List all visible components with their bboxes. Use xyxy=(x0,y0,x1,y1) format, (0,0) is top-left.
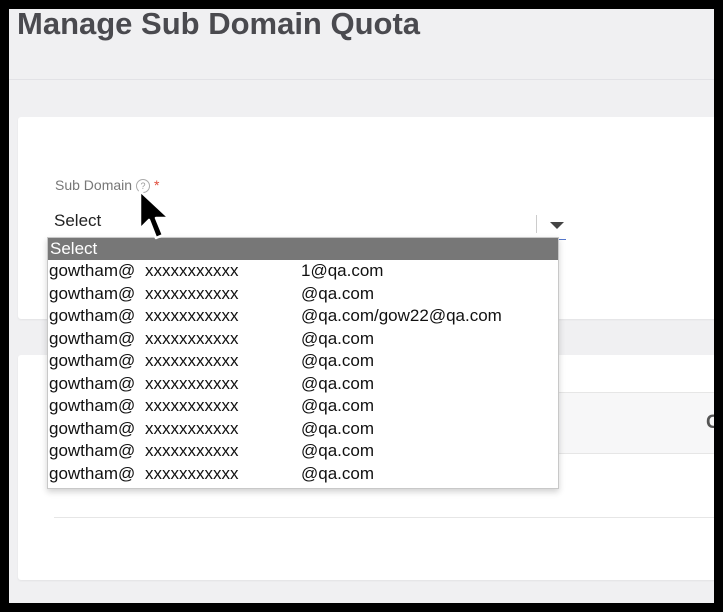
option-domain: @qa.com xyxy=(301,351,375,370)
select-separator xyxy=(536,215,537,233)
dropdown-option[interactable]: gowtham@ xxxxxxxxxxx @qa.com xyxy=(48,373,558,396)
caret-down-icon[interactable] xyxy=(550,222,564,229)
option-masked: xxxxxxxxxxx xyxy=(145,373,239,393)
dropdown-option-label: Select xyxy=(50,239,98,258)
option-masked: xxxxxxxxxxx xyxy=(145,396,239,415)
option-masked: xxxxxxxxxxx xyxy=(145,261,239,280)
option-domain: @qa.com xyxy=(301,441,375,460)
option-masked: xxxxxxxxxxx xyxy=(145,351,239,370)
option-domain: @qa.com xyxy=(301,396,375,415)
dropdown-option[interactable]: gowtham@ xxxxxxxxxxx @qa.com/gow22@qa.com xyxy=(48,305,558,328)
table-column-header: C xyxy=(706,412,714,433)
option-user: gowtham@ xyxy=(49,328,136,348)
option-domain: @qa.com xyxy=(301,283,375,303)
option-user: gowtham@ xyxy=(49,441,136,460)
option-masked: xxxxxxxxxxx xyxy=(145,441,239,460)
sub-domain-label-text: Sub Domain xyxy=(55,177,133,193)
page-header: Manage Sub Domain Quota xyxy=(9,9,714,80)
dropdown-option[interactable]: gowtham@ xxxxxxxxxxx 1@qa.com xyxy=(48,260,558,283)
option-user: gowtham@ xyxy=(49,396,136,415)
sub-domain-select[interactable]: Select xyxy=(54,201,566,240)
option-masked: xxxxxxxxxxx xyxy=(145,418,239,438)
option-domain: @qa.com xyxy=(301,418,375,438)
dropdown-option[interactable]: gowtham@ xxxxxxxxxxx @qa.com xyxy=(48,395,558,418)
sub-domain-select-value: Select xyxy=(54,211,102,230)
dropdown-option-select[interactable]: Select xyxy=(48,238,558,260)
option-domain: @qa.com xyxy=(301,328,375,348)
sub-domain-dropdown-list: Select gowtham@ xxxxxxxxxxx 1@qa.com gowth… xyxy=(47,237,559,489)
option-domain: @qa.com xyxy=(301,373,375,393)
option-user: gowtham@ xyxy=(49,373,136,393)
option-domain: @qa.com/gow22@qa.com xyxy=(301,306,502,325)
option-masked: xxxxxxxxxxx xyxy=(145,283,239,303)
dropdown-option[interactable]: gowtham@ xxxxxxxxxxx @qa.com xyxy=(48,418,558,441)
option-user: gowtham@ xyxy=(49,463,136,483)
option-domain: @qa.com xyxy=(301,463,375,483)
option-masked: xxxxxxxxxxx xyxy=(145,328,239,348)
mouse-pointer-icon xyxy=(138,189,171,240)
option-user: gowtham@ xyxy=(49,306,136,325)
option-user: gowtham@ xyxy=(49,261,136,280)
option-user: gowtham@ xyxy=(49,283,136,303)
dropdown-option[interactable]: gowtham@ xxxxxxxxxxx @qa.com xyxy=(48,350,558,373)
dropdown-option[interactable]: gowtham@ xxxxxxxxxxx @qa.com xyxy=(48,283,558,306)
option-masked: xxxxxxxxxxx xyxy=(145,463,239,483)
option-user: gowtham@ xyxy=(49,351,136,370)
option-user: gowtham@ xyxy=(49,418,136,438)
option-domain: 1@qa.com xyxy=(301,261,384,280)
page-title: Manage Sub Domain Quota xyxy=(17,9,421,41)
option-masked: xxxxxxxxxxx xyxy=(145,306,239,325)
dropdown-option[interactable]: gowtham@ xxxxxxxxxxx @qa.com xyxy=(48,328,558,351)
dropdown-option[interactable]: gowtham@ xxxxxxxxxxx @qa.com xyxy=(48,440,558,463)
dropdown-option[interactable]: gowtham@ xxxxxxxxxxx @qa.com xyxy=(48,463,558,486)
